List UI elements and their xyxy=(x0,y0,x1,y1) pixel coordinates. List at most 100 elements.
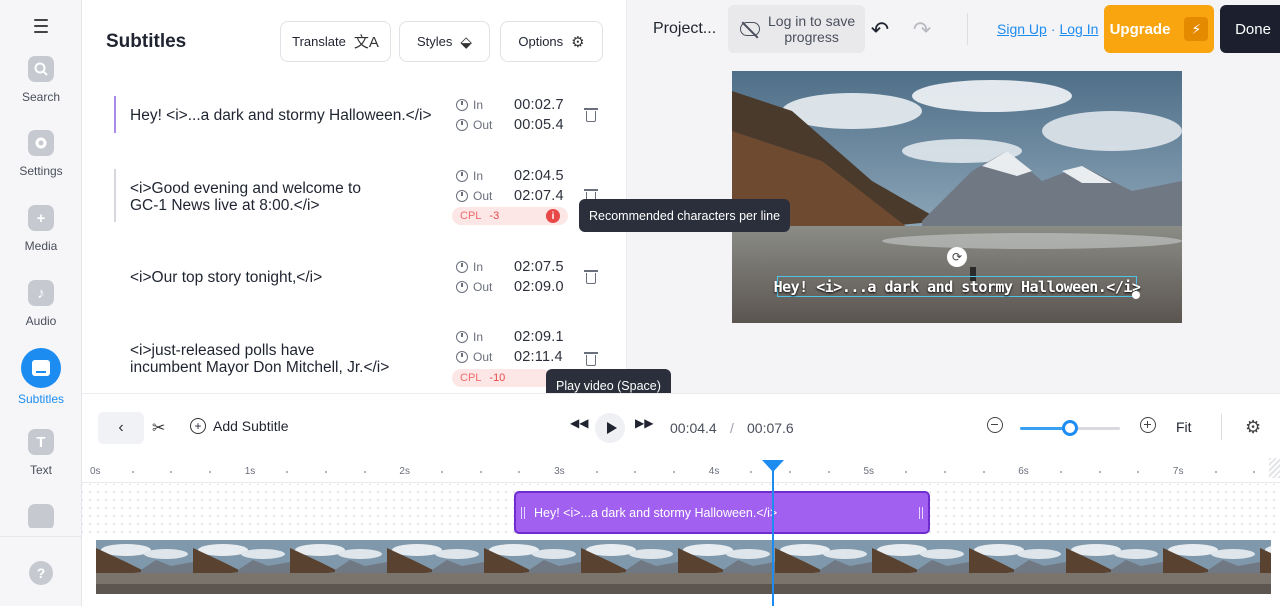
out-time[interactable]: 02:09.0 xyxy=(514,279,564,295)
upgrade-button[interactable]: Upgrade ⚡ xyxy=(1104,5,1214,53)
menu-icon[interactable] xyxy=(29,14,53,38)
out-time[interactable]: 02:11.4 xyxy=(514,349,563,365)
divider xyxy=(967,13,968,45)
stopwatch-icon xyxy=(456,190,468,202)
subtitle-row-indicator xyxy=(114,96,116,133)
out-time[interactable]: 00:05.4 xyxy=(514,117,564,133)
filmstrip-frame xyxy=(775,540,872,594)
ruler-dot xyxy=(750,471,753,473)
ruler-dot xyxy=(209,471,212,473)
filmstrip-frame xyxy=(872,540,969,594)
trash-icon[interactable] xyxy=(583,351,599,367)
subtitle-text[interactable]: <i>Good evening and welcome to GC-1 News … xyxy=(130,180,361,214)
ruler-dot xyxy=(789,471,792,473)
add-subtitle-button[interactable]: + Add Subtitle xyxy=(190,418,289,434)
video-filmstrip[interactable] xyxy=(96,540,1271,594)
trash-icon[interactable] xyxy=(583,107,599,123)
rail-item-text[interactable]: T Text xyxy=(0,429,82,499)
filmstrip-frame xyxy=(581,540,678,594)
ruler-dot xyxy=(673,471,676,473)
clip-handle-right[interactable] xyxy=(919,507,923,519)
fast-forward-icon[interactable]: ▶▶ xyxy=(635,416,653,430)
app-root: Search Settings + Media ♪ Audio Subtitle… xyxy=(0,0,1280,606)
out-time[interactable]: 02:07.4 xyxy=(514,188,564,204)
info-icon[interactable]: i xyxy=(546,209,560,223)
in-time[interactable]: 02:09.1 xyxy=(514,329,564,345)
in-time[interactable]: 02:04.5 xyxy=(514,168,564,184)
subtitle-clip[interactable]: Hey! <i>...a dark and stormy Halloween.<… xyxy=(514,491,930,534)
ruler-dot xyxy=(1098,471,1101,473)
ruler-dot xyxy=(518,471,521,473)
resize-handle[interactable] xyxy=(1132,291,1140,299)
total-time: 00:07.6 xyxy=(747,420,794,436)
rail-item-settings[interactable]: Settings xyxy=(0,130,82,200)
stopwatch-icon xyxy=(456,261,468,273)
ruler-dot xyxy=(943,471,946,473)
timeline-area: ‹ ✂ + Add Subtitle ◀◀ ▶▶ 00:04.4 / 00:07… xyxy=(82,393,1280,606)
translate-button[interactable]: Translate 文A xyxy=(280,21,391,62)
subtitle-text[interactable]: Hey! <i>...a dark and stormy Halloween.<… xyxy=(130,107,432,124)
rail-item-search[interactable]: Search xyxy=(0,56,82,126)
cpl-badge: CPL -3 i xyxy=(452,207,568,225)
text-icon: T xyxy=(28,429,54,455)
out-label: Out xyxy=(456,118,492,132)
save-progress-button[interactable]: Log in to save progress xyxy=(728,5,865,53)
subtitle-row[interactable]: <i>Our top story tonight,</i> In 02:07.5… xyxy=(82,255,626,305)
ruler-tick-label: 3s xyxy=(554,466,565,477)
log-in-link[interactable]: Log In xyxy=(1059,21,1098,37)
left-rail: Search Settings + Media ♪ Audio Subtitle… xyxy=(0,0,82,606)
panel-title: Subtitles xyxy=(106,31,187,52)
rewind-icon[interactable]: ◀◀ xyxy=(570,416,588,430)
zoom-slider[interactable] xyxy=(1020,420,1120,436)
stopwatch-icon xyxy=(456,99,468,111)
done-button[interactable]: Done xyxy=(1220,5,1280,53)
filmstrip-frame xyxy=(387,540,484,594)
in-time[interactable]: 02:07.5 xyxy=(514,259,564,275)
subtitle-row[interactable]: Hey! <i>...a dark and stormy Halloween.<… xyxy=(82,93,626,143)
gear-icon[interactable]: ⚙ xyxy=(1245,417,1261,438)
subtitle-row[interactable]: <i>Good evening and welcome to GC-1 News … xyxy=(82,164,626,234)
styles-label: Styles xyxy=(417,34,453,49)
rail-item-audio[interactable]: ♪ Audio xyxy=(0,280,82,350)
subtitle-overlay[interactable]: Hey! <i>...a dark and stormy Halloween.<… xyxy=(774,276,1141,297)
ruler-tick-label: 7s xyxy=(1172,466,1184,477)
subtitle-text[interactable]: <i>just-released polls have incumbent May… xyxy=(130,342,389,376)
save-progress-label: Log in to save progress xyxy=(768,13,856,45)
fit-button[interactable]: Fit xyxy=(1176,419,1192,435)
help-icon[interactable]: ? xyxy=(29,561,53,585)
styles-button[interactable]: Styles ⬙ xyxy=(399,21,490,62)
rotate-icon[interactable]: ⟳ xyxy=(947,247,967,267)
zoom-in-icon[interactable] xyxy=(1140,417,1156,433)
playhead-handle[interactable] xyxy=(761,460,784,472)
sign-up-link[interactable]: Sign Up xyxy=(997,21,1047,37)
chevron-left-icon[interactable]: ‹ xyxy=(98,412,144,444)
rail-item-subtitles[interactable]: Subtitles xyxy=(0,348,82,424)
filmstrip-frames xyxy=(96,540,1271,594)
undo-icon[interactable]: ↶ xyxy=(867,17,893,43)
stopwatch-icon xyxy=(456,351,468,363)
scissors-icon[interactable]: ✂ xyxy=(152,418,165,438)
rail-item-media[interactable]: + Media xyxy=(0,205,82,275)
ruler-tick-label: 5s xyxy=(863,466,875,477)
redo-icon[interactable]: ↷ xyxy=(909,17,935,43)
out-label: Out xyxy=(456,189,492,203)
auth-links: Sign Up · Log In xyxy=(997,21,1098,37)
ruler-tick-label: 0s xyxy=(90,466,101,477)
in-time[interactable]: 00:02.7 xyxy=(514,97,564,113)
zoom-slider-thumb[interactable] xyxy=(1062,420,1078,436)
play-button[interactable] xyxy=(595,413,625,443)
options-button[interactable]: Options ⚙ xyxy=(500,21,603,62)
timeline-ruler[interactable]: 0s 1s 2s 3s 4s 5s 6s 7s xyxy=(82,458,1280,483)
rail-item-more[interactable] xyxy=(0,504,82,528)
add-subtitle-label: Add Subtitle xyxy=(213,418,289,434)
ruler-dot xyxy=(634,471,637,473)
ruler-dot xyxy=(1253,471,1256,473)
filmstrip-frame xyxy=(969,540,1066,594)
subtitle-text[interactable]: <i>Our top story tonight,</i> xyxy=(130,269,322,286)
zoom-out-icon[interactable] xyxy=(987,417,1003,433)
stopwatch-icon xyxy=(456,170,468,182)
project-name[interactable]: Project... xyxy=(653,20,716,38)
clip-handle-left[interactable] xyxy=(521,507,525,519)
trash-icon[interactable] xyxy=(583,269,599,285)
filmstrip-frame xyxy=(193,540,290,594)
